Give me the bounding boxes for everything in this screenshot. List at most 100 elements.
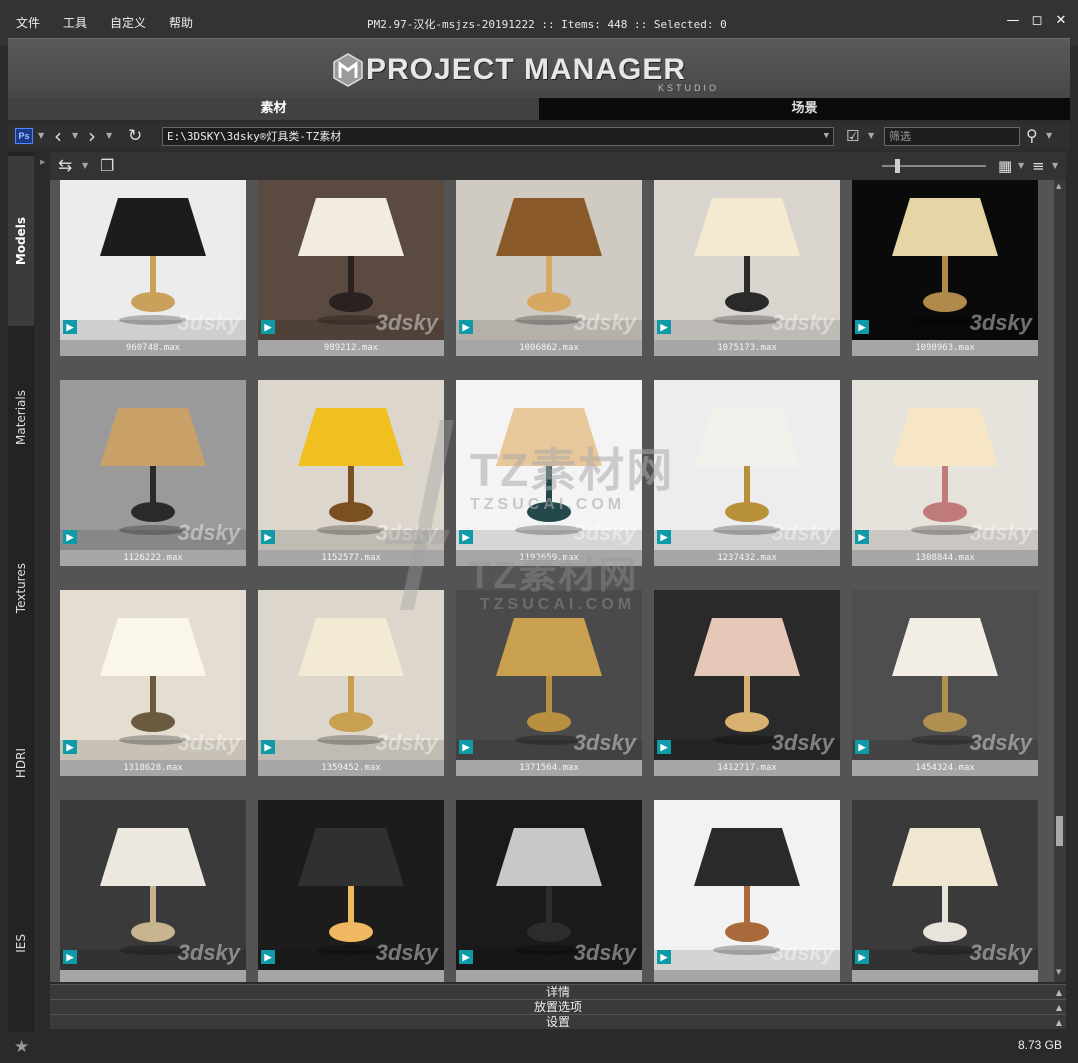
side-tab-textures[interactable]: Textures	[8, 508, 34, 668]
search-dropdown-icon[interactable]: ▼	[1046, 126, 1052, 146]
asset-filename: 1098963.max	[852, 340, 1038, 356]
panel-details[interactable]: 详情 ▲	[50, 984, 1066, 999]
asset-filename: 1075173.max	[654, 340, 840, 356]
scroll-down-icon[interactable]: ▼	[1056, 968, 1061, 976]
asset-card[interactable]: 3dsky ▶ 1359452.max	[258, 590, 444, 776]
minimize-icon[interactable]: —	[1006, 14, 1020, 28]
scroll-up-icon[interactable]: ▲	[1056, 182, 1061, 190]
panel-placement-options[interactable]: 放置选项 ▲	[50, 999, 1066, 1014]
thumbnail-watermark: 3dsky	[771, 310, 834, 335]
menu-file[interactable]: 文件	[16, 14, 40, 31]
back-icon[interactable]: ‹	[54, 126, 62, 146]
asset-card[interactable]: 3dsky ▶ 1006862.max	[456, 180, 642, 356]
panel-label: 放置选项	[533, 1000, 582, 1014]
back-dropdown-icon[interactable]: ▼	[72, 126, 78, 146]
max-file-icon: ▶	[261, 740, 275, 754]
expand-up-icon[interactable]: ▲	[1056, 1001, 1062, 1015]
slider-handle[interactable]	[895, 159, 900, 173]
asset-card[interactable]: 3dsky ▶ 1152577.max	[258, 380, 444, 566]
tab-assets[interactable]: 素材	[8, 98, 539, 120]
view-toolbar: ⇆ ▼ ❐ ▦ ▼ ≡ ▼	[50, 152, 1066, 180]
menu-tools[interactable]: 工具	[63, 14, 87, 31]
rail-splitter[interactable]: ▶	[38, 152, 48, 1032]
asset-card[interactable]: 3dsky ▶ 1318628.max	[60, 590, 246, 776]
close-icon[interactable]: ✕	[1054, 14, 1068, 28]
expand-up-icon[interactable]: ▲	[1056, 1016, 1062, 1030]
asset-card[interactable]: 3dsky ▶	[456, 800, 642, 982]
tab-scenes[interactable]: 场景	[539, 98, 1070, 120]
expand-up-icon[interactable]: ▲	[1056, 986, 1062, 1000]
side-tab-ies[interactable]: IES	[8, 858, 34, 1028]
view-dropdown-icon[interactable]: ▼	[1018, 156, 1024, 176]
photoshop-icon[interactable]: Ps	[15, 128, 33, 144]
favorite-star-icon[interactable]: ★	[14, 1037, 29, 1057]
asset-filename	[60, 970, 246, 982]
max-file-icon: ▶	[855, 950, 869, 964]
asset-filename	[456, 970, 642, 982]
grid-scrollbar[interactable]: ▲ ▼	[1054, 180, 1066, 982]
sort-icon[interactable]: ≡	[1032, 156, 1045, 176]
max-file-icon: ▶	[657, 950, 671, 964]
asset-card[interactable]: 3dsky ▶ 1454324.max	[852, 590, 1038, 776]
asset-card[interactable]: 3dsky ▶	[258, 800, 444, 982]
sync-dropdown-icon[interactable]: ▼	[82, 156, 88, 176]
asset-card[interactable]: 3dsky ▶	[60, 800, 246, 982]
thumbnail-watermark: 3dsky	[573, 940, 636, 965]
forward-dropdown-icon[interactable]: ▼	[106, 126, 112, 146]
side-tab-label: HDRI	[14, 747, 28, 779]
asset-card[interactable]: 3dsky ▶ 1075173.max	[654, 180, 840, 356]
filter-input[interactable]	[884, 127, 1020, 146]
asset-card[interactable]: 3dsky ▶ 1126222.max	[60, 380, 246, 566]
app-banner: PROJECT MANAGER KSTUDIO	[8, 38, 1070, 98]
asset-card[interactable]: 3dsky ▶ 1237432.max	[654, 380, 840, 566]
asset-card[interactable]: 3dsky ▶	[654, 800, 840, 982]
asset-card[interactable]: 3dsky ▶ 1412717.max	[654, 590, 840, 776]
status-bar: ★ 8.73 GB	[0, 1032, 1078, 1063]
asset-card[interactable]: 3dsky ▶	[852, 800, 1038, 982]
forward-icon[interactable]: ›	[88, 126, 96, 146]
navigation-toolbar: Ps ▼ ‹ ▼ › ▼ ↻ E:\3DSKY\3dsky®灯具类-TZ素材 ▼…	[8, 122, 1070, 150]
asset-filename: 989212.max	[258, 340, 444, 356]
side-tab-label: Materials	[14, 390, 28, 446]
window-title: PM2.97-汉化-msjzs-20191222 :: Items: 448 :…	[367, 18, 727, 31]
menu-help[interactable]: 帮助	[169, 14, 193, 31]
ps-dropdown-icon[interactable]: ▼	[38, 126, 44, 146]
grid-view-icon[interactable]: ▦	[998, 156, 1012, 176]
thumbnail-watermark: 3dsky	[969, 940, 1032, 965]
asset-card[interactable]: 3dsky ▶ 960748.max	[60, 180, 246, 356]
sort-dropdown-icon[interactable]: ▼	[1052, 156, 1058, 176]
scroll-thumb[interactable]	[1056, 816, 1063, 846]
asset-filename: 1126222.max	[60, 550, 246, 566]
side-tab-materials[interactable]: Materials	[8, 328, 34, 508]
max-file-icon: ▶	[855, 320, 869, 334]
menu-customize[interactable]: 自定义	[110, 14, 146, 31]
asset-filename: 1318628.max	[60, 760, 246, 776]
cube-icon[interactable]: ❐	[100, 156, 114, 176]
check-list-icon[interactable]: ☑	[846, 126, 859, 146]
path-field[interactable]: E:\3DSKY\3dsky®灯具类-TZ素材 ▼	[162, 127, 834, 146]
asset-filename: 1371564.max	[456, 760, 642, 776]
asset-filename: 1006862.max	[456, 340, 642, 356]
asset-card[interactable]: 3dsky ▶ 989212.max	[258, 180, 444, 356]
side-tab-hdri[interactable]: HDRI	[8, 668, 34, 858]
expand-arrow-icon[interactable]: ▶	[40, 158, 45, 166]
max-file-icon: ▶	[63, 320, 77, 334]
asset-card[interactable]: 3dsky ▶ 1098963.max	[852, 180, 1038, 356]
path-dropdown-icon[interactable]: ▼	[824, 128, 829, 145]
check-dropdown-icon[interactable]: ▼	[868, 126, 874, 146]
storage-size: 8.73 GB	[1017, 1038, 1062, 1052]
search-icon[interactable]: ⚲	[1026, 126, 1038, 146]
asset-filename: 1454324.max	[852, 760, 1038, 776]
panel-settings[interactable]: 设置 ▲	[50, 1014, 1066, 1029]
asset-card[interactable]: 3dsky ▶ 1193659.max	[456, 380, 642, 566]
side-tab-models[interactable]: Models	[8, 156, 34, 326]
max-file-icon: ▶	[63, 530, 77, 544]
asset-card[interactable]: 3dsky ▶ 1371564.max	[456, 590, 642, 776]
maximize-icon[interactable]: ◻	[1030, 14, 1044, 28]
thumbnail-watermark: 3dsky	[177, 520, 240, 545]
thumbnail-watermark: 3dsky	[177, 730, 240, 755]
refresh-icon[interactable]: ↻	[128, 126, 142, 146]
asset-card[interactable]: 3dsky ▶ 1308844.max	[852, 380, 1038, 566]
thumbnail-watermark: 3dsky	[771, 520, 834, 545]
sync-icon[interactable]: ⇆	[58, 156, 72, 176]
